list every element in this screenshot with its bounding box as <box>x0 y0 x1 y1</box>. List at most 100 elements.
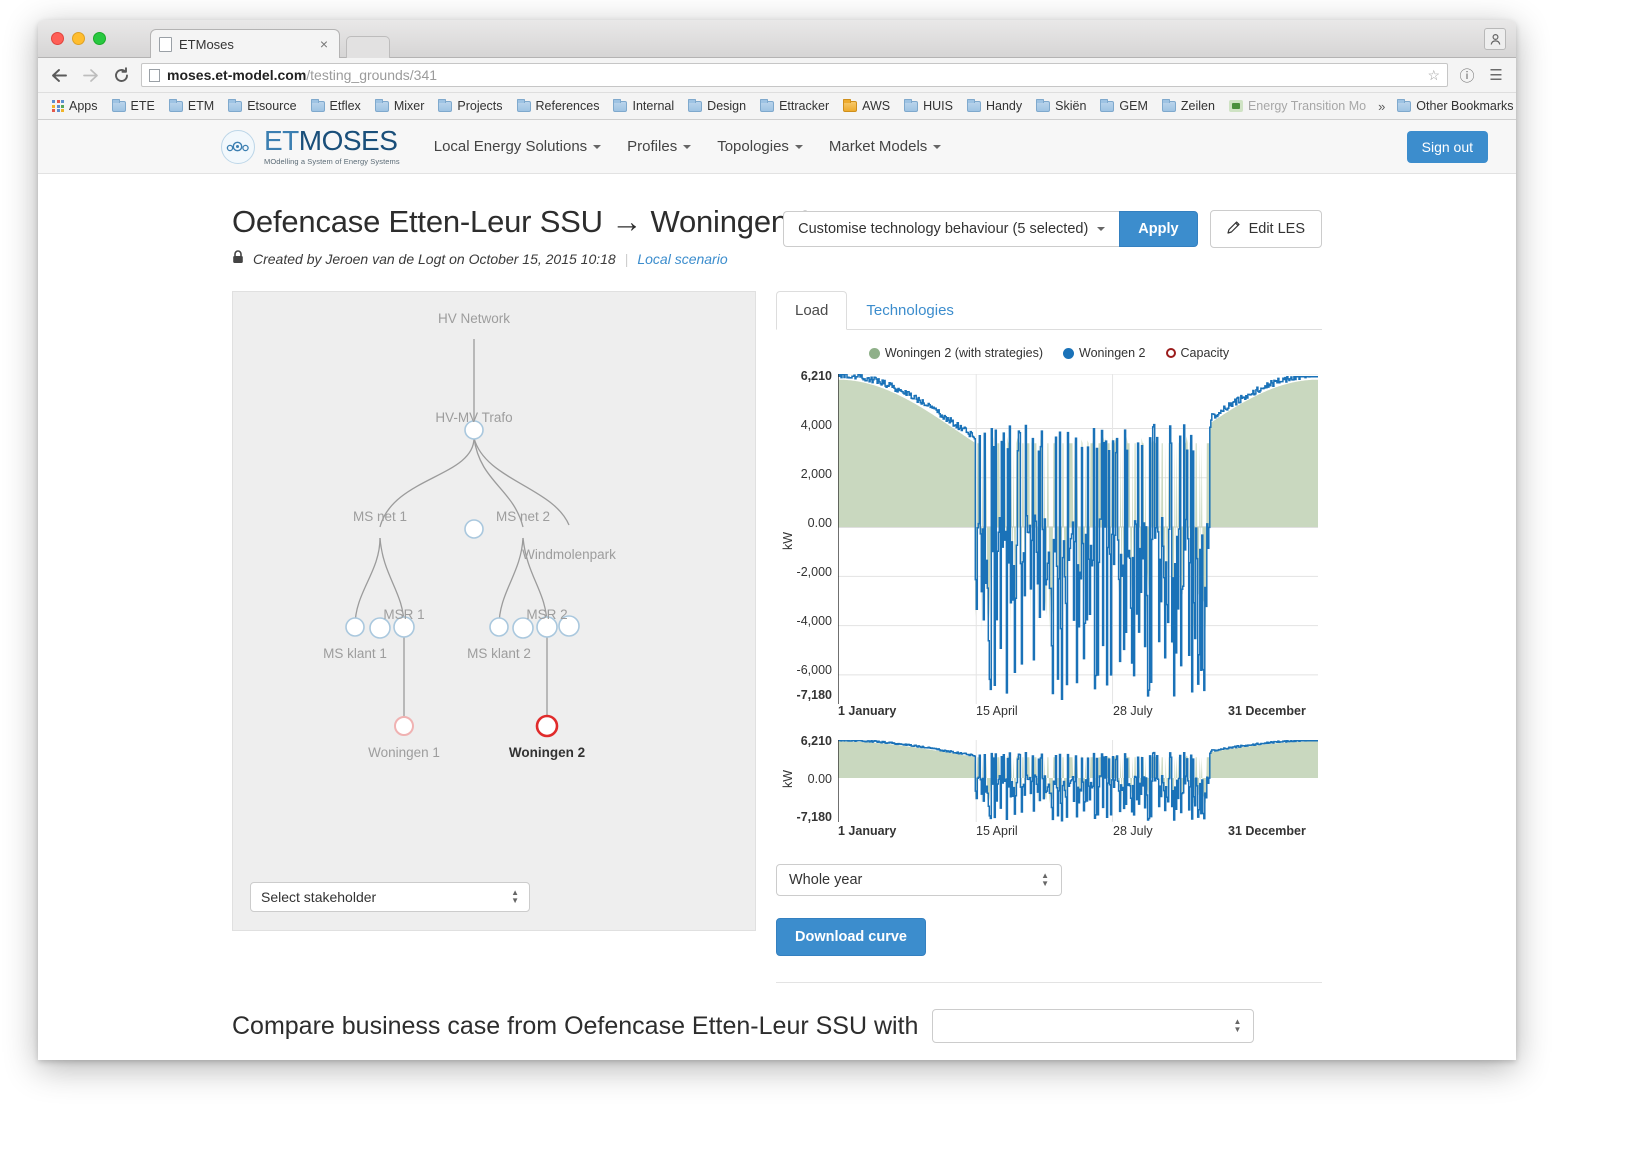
bookmark-label: Internal <box>632 99 675 113</box>
nav-label: Profiles <box>627 138 678 155</box>
minimap-chart[interactable]: kW 6,210 0.00 -7,180 1 January 15 April … <box>776 732 1322 840</box>
folder-icon <box>967 98 981 112</box>
legend-item-woningen-2-strategies[interactable]: Woningen 2 (with strategies) <box>868 346 1044 360</box>
nav-market-models[interactable]: Market Models <box>829 138 942 155</box>
menu-icon[interactable]: ☰ <box>1486 66 1506 84</box>
y-tick: -6,000 <box>796 663 832 677</box>
customise-technology-dropdown[interactable]: Customise technology behaviour (5 select… <box>783 211 1120 247</box>
topology-node-woningen-1[interactable]: Woningen 1 <box>368 745 440 760</box>
bookmark-apps[interactable]: Apps <box>46 97 104 115</box>
main-chart-plot <box>838 374 1318 704</box>
folder-icon <box>1036 98 1051 112</box>
bookmark-mixer[interactable]: Mixer <box>369 97 431 115</box>
bookmark-etm[interactable]: ETM <box>163 97 220 115</box>
bookmark-label: AWS <box>862 99 891 113</box>
topology-node-ms-klant-2[interactable]: MS klant 2 <box>467 646 531 661</box>
folder-icon <box>688 98 703 112</box>
legend-swatch-icon <box>868 347 880 359</box>
folder-icon <box>111 98 126 112</box>
nav-profiles[interactable]: Profiles <box>627 138 692 155</box>
tab-load[interactable]: Load <box>776 291 848 330</box>
edit-les-button[interactable]: Edit LES <box>1209 210 1322 248</box>
compare-select[interactable]: ▲ ▼ <box>932 1009 1255 1043</box>
local-scenario-link[interactable]: Local scenario <box>637 251 727 267</box>
folder-icon <box>760 98 775 112</box>
spinner-arrows-icon: ▲ ▼ <box>1233 1017 1242 1034</box>
bookmark-label: ETM <box>187 99 215 113</box>
topology-node-msr-2[interactable]: MSR 2 <box>526 607 567 622</box>
legend-item-woningen-2[interactable]: Woningen 2 <box>1063 346 1146 360</box>
profile-icon[interactable] <box>1484 28 1506 50</box>
folder-icon <box>310 98 325 112</box>
folder-icon <box>438 98 453 112</box>
bookmark-ettracker[interactable]: Ettracker <box>754 97 835 115</box>
nav-topologies[interactable]: Topologies <box>717 138 803 155</box>
legend-item-capacity[interactable]: Capacity <box>1165 346 1229 360</box>
bookmark-etsource[interactable]: Etsource <box>222 97 302 115</box>
bookmark-handy[interactable]: Handy <box>961 97 1028 115</box>
legend-swatch-open-circle-icon <box>1165 348 1176 358</box>
forward-arrow-icon[interactable] <box>79 64 101 86</box>
topology-node-ms-net-2[interactable]: MS net 2 <box>496 509 550 524</box>
etmoses-logo[interactable]: ETMOSES MOdelling a System of Energy Sys… <box>221 127 400 166</box>
brand-name-et: ET <box>264 125 299 157</box>
bookmark-label: Other Bookmarks <box>1416 99 1514 113</box>
bookmark-references[interactable]: References <box>511 97 606 115</box>
page-info-icon[interactable] <box>149 68 160 82</box>
bookmark-other-bookmarks[interactable]: Other Bookmarks <box>1391 97 1516 115</box>
main-chart[interactable]: kW 6,210 4,000 2,000 0.00 -2,000 -4,000 … <box>776 366 1322 726</box>
topology-node-hv-mv-trafo[interactable]: HV-MV Trafo <box>435 410 512 425</box>
nav-label: Local Energy Solutions <box>433 138 588 155</box>
new-tab-button[interactable] <box>346 36 390 58</box>
topology-node-hv-network[interactable]: HV Network <box>438 311 510 326</box>
bookmark-label: Apps <box>69 99 98 113</box>
nav-local-energy-solutions[interactable]: Local Energy Solutions <box>433 138 602 155</box>
close-icon[interactable]: × <box>317 37 331 51</box>
bookmark-star-icon[interactable]: ☆ <box>1427 67 1440 84</box>
stakeholder-select[interactable]: Select stakeholder ▲ ▼ <box>250 882 530 912</box>
topology-node-ms-net-1[interactable]: MS net 1 <box>353 509 407 524</box>
period-select[interactable]: Whole year ▲ ▼ <box>776 864 1062 896</box>
bookmark-internal[interactable]: Internal <box>607 97 680 115</box>
browser-tab-etmoses[interactable]: ETMoses × <box>150 29 340 58</box>
maximize-window-button[interactable] <box>93 32 106 45</box>
folder-icon <box>228 98 243 112</box>
topology-node-msr-1[interactable]: MSR 1 <box>383 607 424 622</box>
folder-icon-orange <box>843 98 858 112</box>
title-actions: Customise technology behaviour (5 select… <box>783 210 1322 248</box>
apply-button[interactable]: Apply <box>1119 211 1198 247</box>
minimap-y-tick: -7,180 <box>796 810 832 824</box>
bookmark-huis[interactable]: HUIS <box>898 97 959 115</box>
topology-node-ms-klant-1[interactable]: MS klant 1 <box>323 646 387 661</box>
bookmarks-overflow-icon[interactable]: » <box>1374 99 1389 114</box>
chart-tabs: Load Technologies <box>776 291 1322 330</box>
bookmark-etflex[interactable]: Etflex <box>305 97 367 115</box>
topology-panel[interactable]: HV Network HV-MV Trafo MS net 1 MS net 2… <box>232 291 756 931</box>
sign-out-button[interactable]: Sign out <box>1406 130 1488 163</box>
topology-node-windmolenpark[interactable]: Windmolenpark <box>522 547 616 562</box>
bookmark-skien[interactable]: Skiën <box>1030 97 1092 115</box>
brand-name-moses: MOSES <box>298 125 398 157</box>
brand-tagline: MOdelling a System of Energy Systems <box>264 157 400 167</box>
back-arrow-icon[interactable] <box>48 64 70 86</box>
minimize-window-button[interactable] <box>72 32 85 45</box>
bookmark-design[interactable]: Design <box>682 97 752 115</box>
page-body: Oefencase Etten-Leur SSU → Woningen 2 Cr… <box>38 174 1516 1060</box>
info-icon[interactable]: ⓘ <box>1457 65 1477 86</box>
bookmark-ete[interactable]: ETE <box>106 97 161 115</box>
legend-label: Woningen 2 (with strategies) <box>884 346 1044 360</box>
bookmark-gem[interactable]: GEM <box>1094 97 1153 115</box>
reload-icon[interactable] <box>110 64 132 86</box>
chevron-down-icon <box>1097 227 1106 231</box>
bookmark-projects[interactable]: Projects <box>432 97 508 115</box>
address-bar[interactable]: moses.et-model.com/testing_grounds/341 ☆ <box>141 63 1448 87</box>
bookmark-energy-transition-model[interactable]: Energy Transition Mo <box>1223 97 1372 115</box>
bookmark-zeilen[interactable]: Zeilen <box>1156 97 1221 115</box>
screenshot-root: ETMoses × moses.et-model.com/testing_gro… <box>0 0 1645 1167</box>
tab-technologies[interactable]: Technologies <box>847 291 973 330</box>
bookmark-aws[interactable]: AWS <box>837 97 896 115</box>
download-curve-button[interactable]: Download curve <box>776 918 926 956</box>
close-window-button[interactable] <box>51 32 64 45</box>
topology-node-woningen-2[interactable]: Woningen 2 <box>509 745 585 760</box>
chevron-down-icon <box>683 144 692 149</box>
